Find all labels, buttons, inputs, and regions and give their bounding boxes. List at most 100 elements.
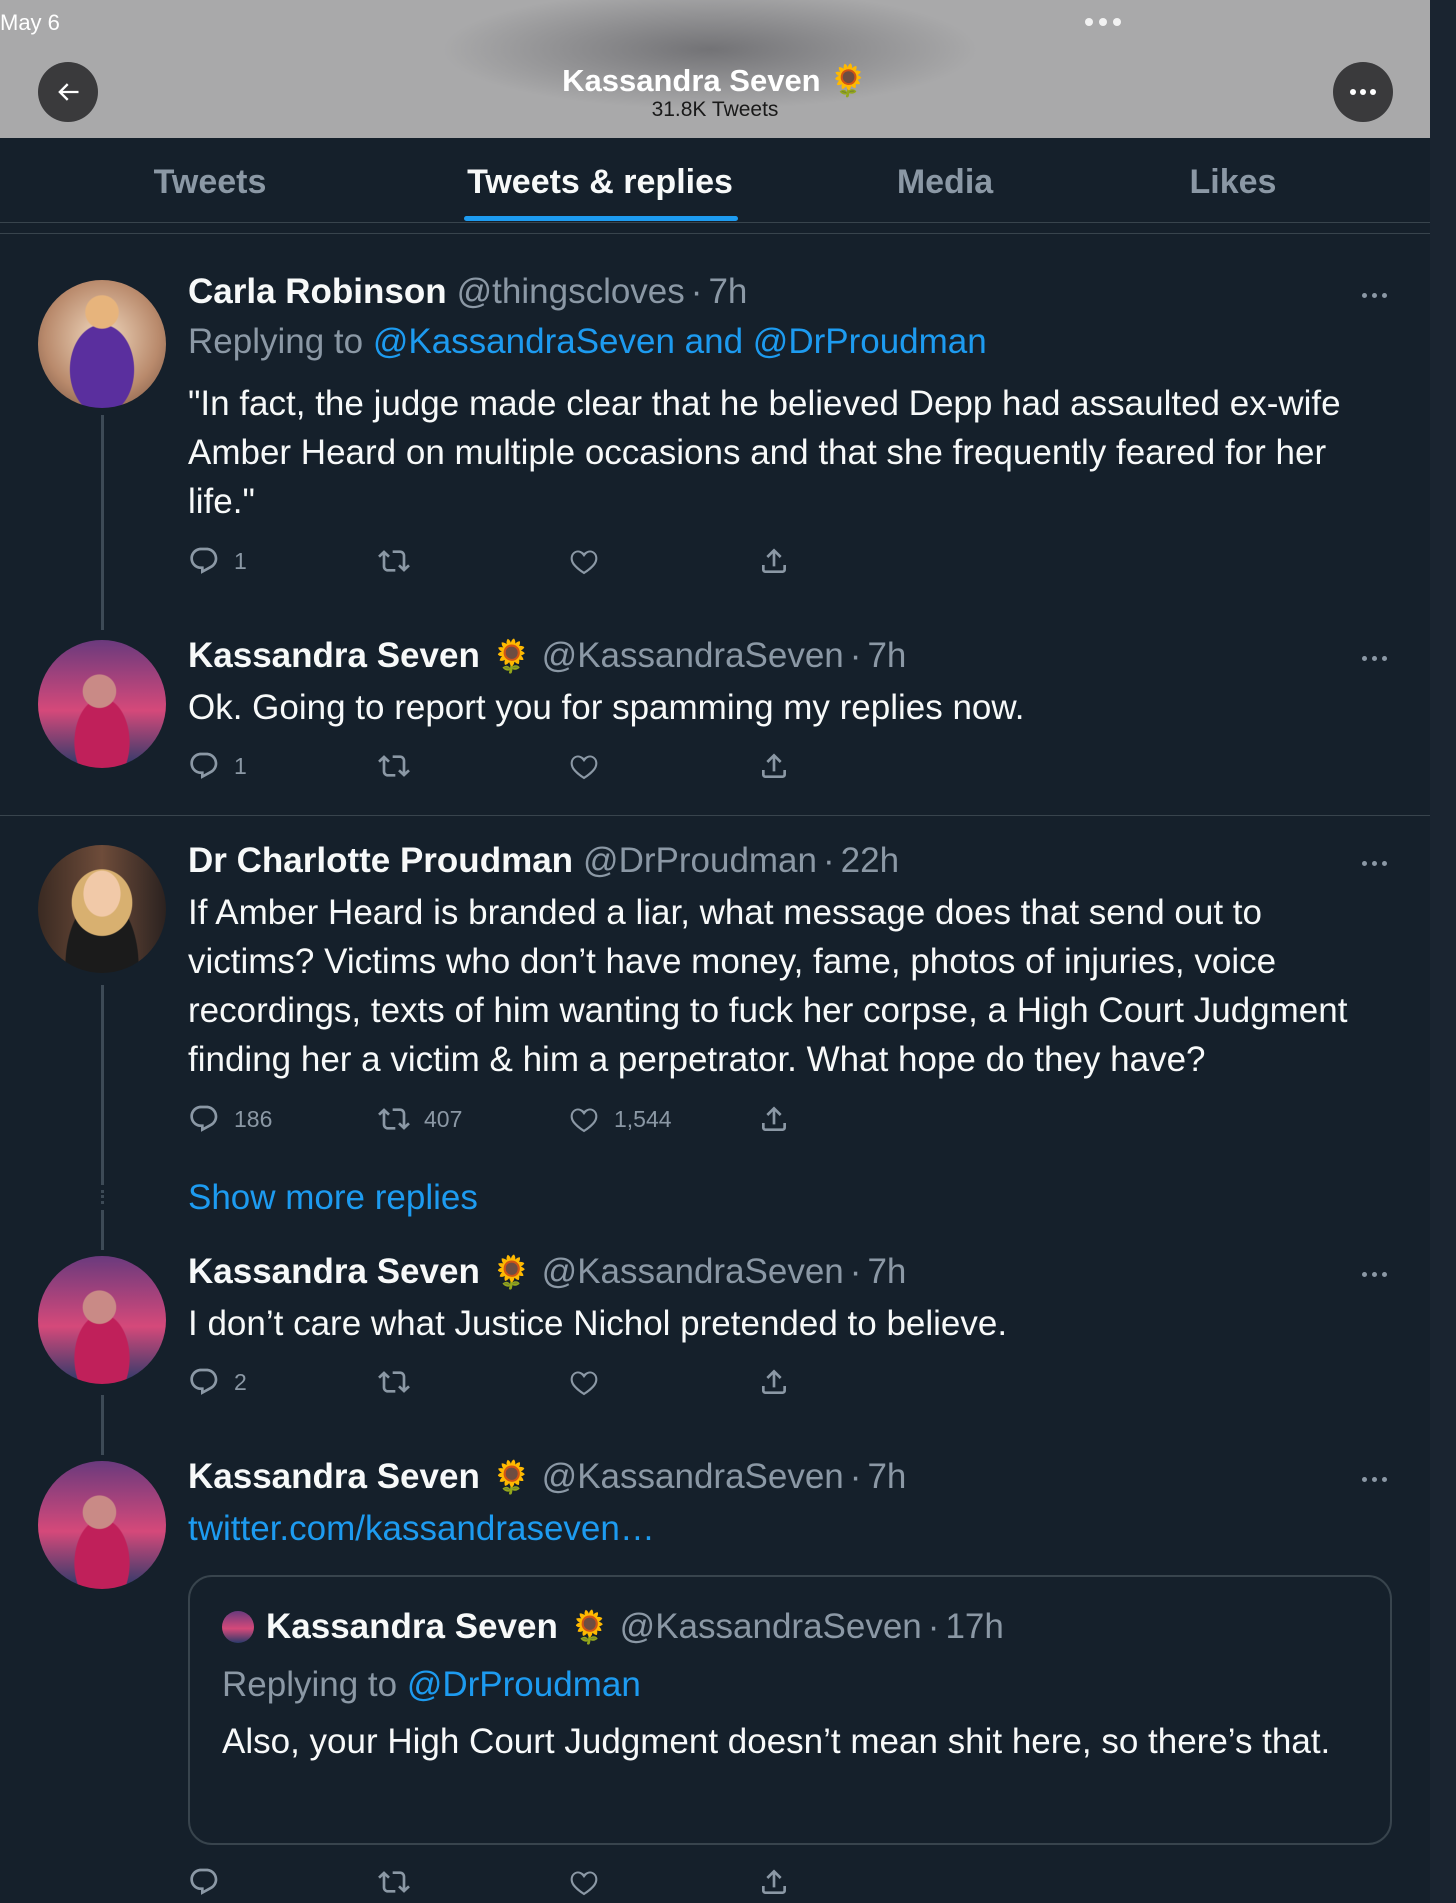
share-button[interactable] xyxy=(758,1103,790,1135)
tab-tweets-replies[interactable]: Tweets & replies xyxy=(440,163,760,202)
retweet-button[interactable] xyxy=(378,1366,410,1398)
retweet-icon xyxy=(378,1103,410,1135)
tweet-more-icon[interactable] xyxy=(1362,656,1387,661)
reply-icon xyxy=(188,1366,220,1398)
tab-tweets[interactable]: Tweets xyxy=(110,163,310,202)
author-handle: @DrProudman xyxy=(583,841,817,880)
tweet-header: Kassandra Seven 🌻 @KassandraSeven · 7h xyxy=(188,636,906,676)
tweet-more-icon[interactable] xyxy=(1362,1477,1387,1482)
reply-count: 1 xyxy=(234,752,247,779)
tweet-text: Ok. Going to report you for spamming my … xyxy=(188,688,1025,727)
author-name[interactable]: Dr Charlotte Proudman xyxy=(188,841,573,881)
author-handle: @KassandraSeven xyxy=(541,1252,844,1291)
author-handle: @thingscloves xyxy=(456,272,685,311)
sunflower-icon: 🌻 xyxy=(491,1459,532,1495)
timestamp[interactable]: 7h xyxy=(708,272,747,312)
tweet-more-icon[interactable] xyxy=(1362,861,1387,866)
mention-link[interactable]: @DrProudman xyxy=(407,1665,641,1704)
share-icon xyxy=(758,1366,790,1398)
separator: · xyxy=(849,1457,862,1496)
like-button[interactable] xyxy=(568,1366,600,1398)
sunflower-icon: 🌻 xyxy=(829,63,868,98)
timestamp[interactable]: 7h xyxy=(867,636,906,676)
status-date: May 6 xyxy=(0,10,60,35)
tweet-text: If Amber Heard is branded a liar, what m… xyxy=(188,893,1348,1079)
retweet-count: 407 xyxy=(424,1105,463,1132)
tweet-more-icon[interactable] xyxy=(1362,293,1387,298)
timestamp[interactable]: 22h xyxy=(841,841,899,881)
author-name[interactable]: Kassandra Seven xyxy=(188,636,480,676)
quote-replying-to: Replying to @DrProudman xyxy=(222,1665,641,1704)
retweet-button[interactable]: 407 xyxy=(378,1103,462,1135)
reply-button[interactable]: 1 xyxy=(188,750,247,782)
avatar[interactable] xyxy=(38,1461,166,1589)
tweet-header: Carla Robinson @thingscloves · 7h xyxy=(188,272,747,312)
active-tab-indicator xyxy=(464,216,738,221)
tweet-header: Kassandra Seven 🌻 @KassandraSeven · 7h xyxy=(188,1252,906,1292)
reply-icon xyxy=(188,1866,220,1898)
share-button[interactable] xyxy=(758,1366,790,1398)
like-button[interactable] xyxy=(568,1866,600,1898)
retweet-button[interactable] xyxy=(378,750,410,782)
mention-link[interactable]: @KassandraSeven and @DrProudman xyxy=(373,322,987,361)
like-button[interactable]: 1,544 xyxy=(568,1103,672,1135)
reply-button[interactable] xyxy=(188,1866,220,1898)
tweet-link[interactable]: twitter.com/kassandraseven… xyxy=(188,1504,1393,1553)
profile-tabs: Tweets Tweets & replies Media Likes xyxy=(0,138,1430,222)
avatar[interactable] xyxy=(38,640,166,768)
timestamp[interactable]: 7h xyxy=(867,1457,906,1497)
multitask-dots-icon[interactable] xyxy=(1085,18,1121,26)
thread-divider xyxy=(0,815,1430,816)
show-more-replies-link[interactable]: Show more replies xyxy=(188,1178,478,1218)
tabs-divider xyxy=(0,222,1430,223)
retweet-button[interactable] xyxy=(378,1866,410,1898)
sunflower-icon: 🌻 xyxy=(491,638,532,674)
timestamp[interactable]: 7h xyxy=(867,1252,906,1292)
separator: · xyxy=(927,1607,940,1646)
heart-icon xyxy=(568,1366,600,1398)
tweet-count: 31.8K Tweets xyxy=(651,98,779,121)
avatar[interactable] xyxy=(38,1256,166,1384)
retweet-button[interactable] xyxy=(378,545,410,577)
thread-gap xyxy=(101,1190,104,1204)
quote-avatar xyxy=(222,1611,254,1643)
replying-to: Replying to @KassandraSeven and @DrProud… xyxy=(188,322,987,361)
quoted-tweet[interactable]: Kassandra Seven 🌻 @KassandraSeven · 17h … xyxy=(188,1575,1392,1845)
author-name[interactable]: Kassandra Seven xyxy=(188,1252,480,1292)
share-button[interactable] xyxy=(758,1866,790,1898)
tweet-more-icon[interactable] xyxy=(1362,1272,1387,1277)
profile-header: May 6 Kassandra Seven 🌻 31.8K Tweets xyxy=(0,0,1430,138)
reply-button[interactable]: 186 xyxy=(188,1103,272,1135)
author-name[interactable]: Carla Robinson xyxy=(188,272,447,312)
sunflower-icon: 🌻 xyxy=(569,1609,610,1645)
share-button[interactable] xyxy=(758,750,790,782)
thread-line xyxy=(101,415,104,630)
reply-icon xyxy=(188,545,220,577)
separator: · xyxy=(823,841,835,880)
tweet-text: I don’t care what Justice Nichol pretend… xyxy=(188,1304,1008,1343)
reply-count: 2 xyxy=(234,1368,247,1395)
avatar[interactable] xyxy=(38,845,166,973)
author-handle: @KassandraSeven xyxy=(541,1457,844,1496)
quote-author-handle: @KassandraSeven xyxy=(619,1607,922,1646)
reply-count: 186 xyxy=(234,1105,273,1132)
quote-author-name: Kassandra Seven xyxy=(266,1607,558,1646)
reply-count: 1 xyxy=(234,547,247,574)
avatar[interactable] xyxy=(38,280,166,408)
reply-button[interactable]: 1 xyxy=(188,545,247,577)
share-icon xyxy=(758,750,790,782)
like-button[interactable] xyxy=(568,545,600,577)
author-name[interactable]: Kassandra Seven xyxy=(188,1457,480,1497)
profile-title: Kassandra Seven 🌻 xyxy=(562,63,868,98)
reply-button[interactable]: 2 xyxy=(188,1366,247,1398)
share-button[interactable] xyxy=(758,545,790,577)
reply-icon xyxy=(188,1103,220,1135)
tab-likes[interactable]: Likes xyxy=(1133,163,1333,202)
like-button[interactable] xyxy=(568,750,600,782)
separator: · xyxy=(849,636,862,675)
heart-icon xyxy=(568,1866,600,1898)
tabs-divider-secondary xyxy=(0,233,1430,234)
share-icon xyxy=(758,1103,790,1135)
tab-media[interactable]: Media xyxy=(845,163,1045,202)
quote-text: Also, your High Court Judgment doesn’t m… xyxy=(222,1722,1331,1761)
